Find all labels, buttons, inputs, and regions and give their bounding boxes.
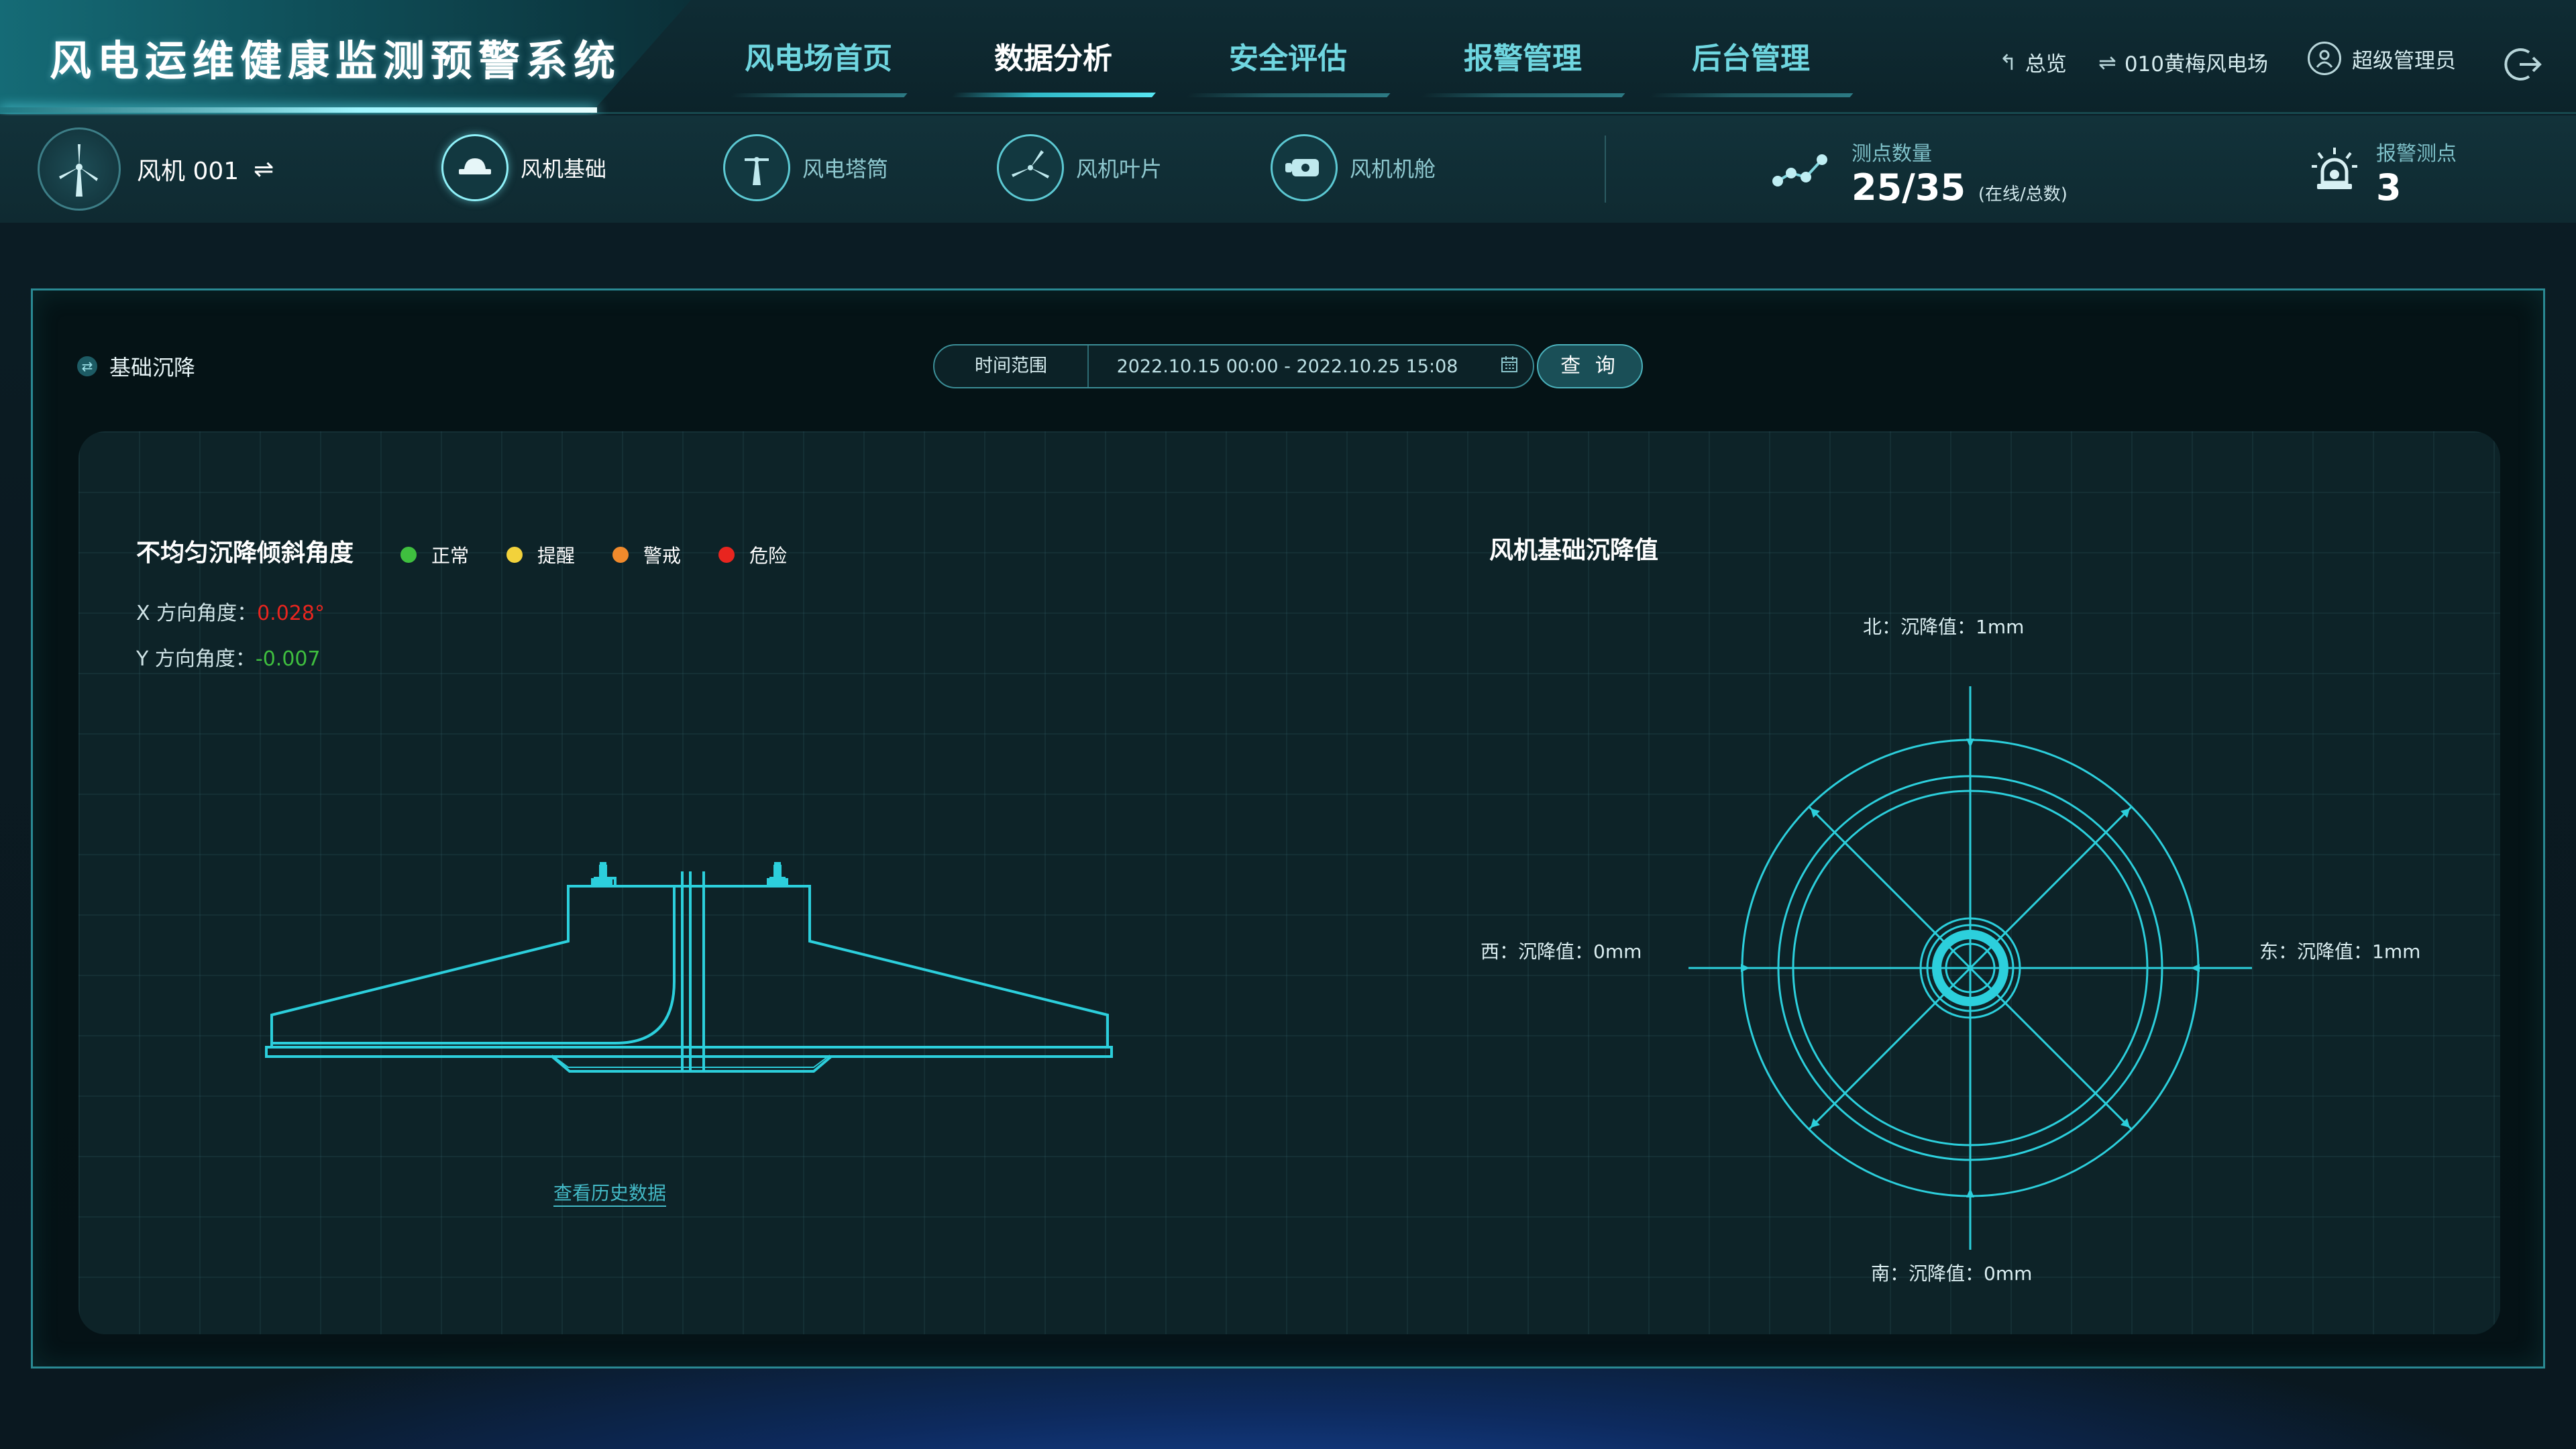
switch-icon: ⇌ [254, 155, 274, 183]
tab-data-analysis[interactable]: 数据分析 [951, 37, 1156, 97]
part-label: 风电塔筒 [802, 156, 889, 182]
switch-icon: ⇄ [77, 356, 97, 376]
legend-label: 提醒 [537, 545, 576, 567]
turbine-name: 风机 001 [137, 158, 239, 185]
chart-area: 不均匀沉降倾斜角度 正常 提醒 警戒 危险 X 方向角度：0.028° Y 方向… [78, 431, 2500, 1334]
part-nacelle[interactable]: 风机机舱 [1271, 134, 1436, 201]
legend-dot [612, 547, 629, 563]
stat-label: 测点数量 [1851, 142, 1932, 166]
farm-switch[interactable]: ⇌ 010黄梅风电场 [2098, 47, 2268, 77]
alarm-light-icon [2308, 145, 2361, 201]
sensor-network-icon [1771, 150, 1831, 193]
tab-label: 报警管理 [1464, 42, 1582, 76]
foundation-section-diagram [265, 862, 1113, 1073]
tab-farm-home[interactable]: 风电场首页 [729, 37, 908, 97]
part-foundation[interactable]: 风机基础 [441, 134, 606, 201]
time-range-label: 时间范围 [934, 345, 1089, 387]
top-navbar: 风电运维健康监测预警系统 风电场首页 数据分析 安全评估 报警管理 后台管理 ↰… [0, 0, 2576, 114]
nacelle-icon [1271, 134, 1338, 201]
y-angle-row: Y 方向角度：-0.007 [136, 642, 321, 672]
tilt-title: 不均匀沉降倾斜角度 [136, 539, 354, 567]
turbine-selector[interactable]: 风机 001 ⇌ [38, 127, 274, 211]
wind-turbine-icon [38, 127, 121, 211]
component-bar: 风机 001 ⇌ 风机基础 风电塔筒 风机叶片 风机机舱 测点数量 25/35 … [0, 115, 2576, 223]
foundation-icon [441, 134, 508, 201]
overview-label: 总览 [2025, 52, 2067, 76]
tab-label: 后台管理 [1692, 42, 1810, 76]
legend-dot [400, 547, 417, 563]
overview-link[interactable]: ↰ 总览 [1999, 47, 2067, 77]
legend-label: 危险 [749, 545, 788, 567]
history-data-link[interactable]: 查看历史数据 [553, 1179, 667, 1207]
x-angle-value: 0.028° [257, 602, 325, 625]
settlement-plan-diagram [1688, 686, 2252, 1250]
east-settlement-label: 东：沉降值：1mm [2259, 941, 2421, 963]
x-angle-row: X 方向角度：0.028° [136, 596, 325, 626]
tab-alarm-management[interactable]: 报警管理 [1420, 37, 1625, 97]
part-tower[interactable]: 风电塔筒 [723, 134, 888, 201]
legend-dot [506, 547, 523, 563]
part-label: 风机基础 [521, 156, 607, 182]
tab-label: 安全评估 [1229, 42, 1347, 76]
y-angle-value: -0.007 [255, 647, 321, 671]
time-range-picker[interactable]: 时间范围 2022.10.15 00:00 - 2022.10.25 15:08 [933, 344, 1534, 388]
calendar-icon[interactable] [1486, 355, 1533, 378]
panel-title-text: 基础沉降 [109, 355, 196, 380]
query-button[interactable]: 查 询 [1537, 344, 1643, 388]
x-angle-label: X 方向角度： [136, 602, 258, 625]
part-label: 风机机舱 [1350, 156, 1436, 182]
app-title: 风电运维健康监测预警系统 [50, 36, 622, 85]
blade-icon [997, 134, 1064, 201]
tab-safety-assessment[interactable]: 安全评估 [1185, 37, 1391, 97]
legend-label: 正常 [431, 545, 470, 567]
time-range-value: 2022.10.15 00:00 - 2022.10.25 15:08 [1116, 356, 1458, 377]
stat-value: 25/35 (在线/总数) [1851, 166, 2068, 209]
part-label: 风机叶片 [1076, 156, 1163, 182]
divider [1605, 136, 1606, 203]
legend-label: 警戒 [643, 545, 682, 567]
user-menu[interactable]: 超级管理员 [2308, 42, 2456, 75]
tab-label: 风电场首页 [745, 42, 892, 76]
logout-icon[interactable] [2504, 44, 2544, 85]
legend-item-danger: 危险 [718, 541, 787, 568]
farm-label: 010黄梅风电场 [2124, 52, 2268, 76]
back-arrow-icon: ↰ [1999, 49, 2017, 75]
switch-icon: ⇌ [2098, 49, 2116, 75]
tab-label: 数据分析 [994, 42, 1112, 76]
tab-backend-management[interactable]: 后台管理 [1648, 37, 1854, 97]
settlement-title: 风机基础沉降值 [1489, 537, 1659, 564]
brand-glow-line [0, 107, 597, 113]
settlement-panel: ⇄ 基础沉降 时间范围 2022.10.15 00:00 - 2022.10.2… [31, 288, 2545, 1368]
alarm-points: 报警测点 3 [2376, 137, 2457, 209]
legend-item-reminder: 提醒 [506, 541, 575, 568]
legend-dot [718, 547, 735, 563]
stat-label: 报警测点 [2376, 142, 2457, 166]
tower-icon [723, 134, 790, 201]
y-angle-label: Y 方向角度： [136, 647, 256, 671]
legend-item-warning: 警戒 [612, 541, 681, 568]
north-settlement-label: 北：沉降值：1mm [1863, 616, 2025, 638]
stat-sub: (在线/总数) [1978, 184, 2068, 205]
west-settlement-label: 西：沉降值：0mm [1481, 941, 1642, 963]
panel-title: ⇄ 基础沉降 [77, 351, 195, 382]
part-blade[interactable]: 风机叶片 [997, 134, 1162, 201]
stat-value: 3 [2376, 166, 2402, 209]
status-legend: 正常 提醒 警戒 危险 [400, 541, 824, 568]
user-label: 超级管理员 [2352, 48, 2456, 73]
legend-item-normal: 正常 [400, 541, 469, 568]
points-count: 测点数量 25/35 (在线/总数) [1851, 137, 2068, 209]
user-icon [2308, 42, 2341, 75]
